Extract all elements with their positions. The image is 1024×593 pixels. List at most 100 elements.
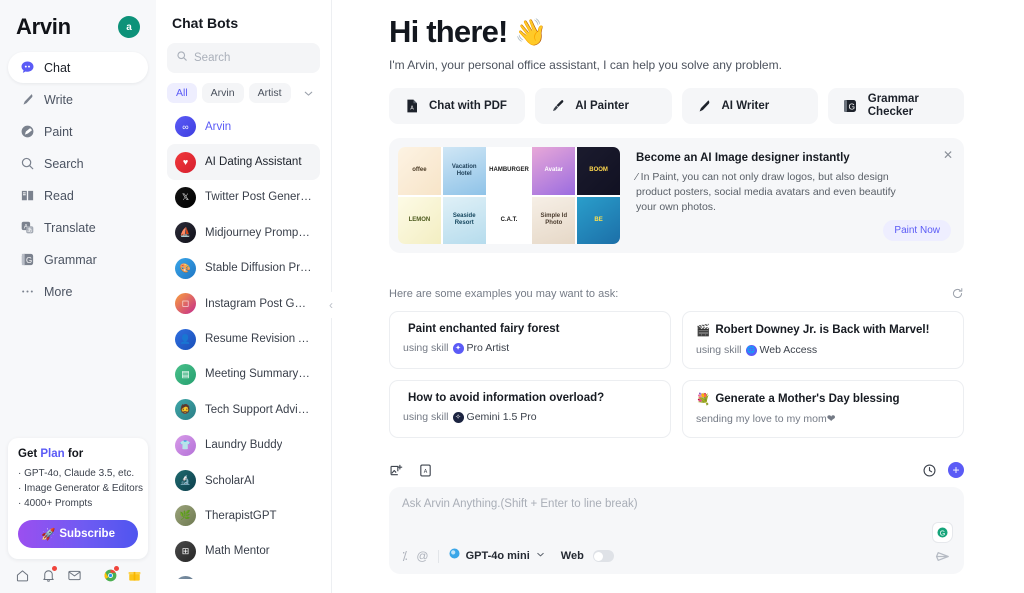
plan-title: Get Plan for bbox=[18, 448, 138, 460]
svg-text:G: G bbox=[25, 256, 31, 265]
bot-list-item[interactable]: 🧔 Tech Support Advisor bbox=[167, 392, 320, 427]
book-icon bbox=[19, 188, 35, 204]
bot-avatar: ▤ bbox=[175, 363, 196, 385]
bot-list-item[interactable]: ♥ AI Dating Assistant bbox=[167, 144, 320, 180]
bot-list-item[interactable]: 👤 Resume Revision Assis... bbox=[167, 321, 320, 356]
bot-list-item[interactable]: ▤ Meeting Summary Assi... bbox=[167, 357, 320, 392]
avatar[interactable]: a bbox=[118, 16, 140, 38]
model-selector[interactable]: GPT-4o mini bbox=[448, 547, 546, 565]
gift-icon[interactable] bbox=[126, 567, 142, 583]
grammar-icon: G bbox=[842, 98, 859, 115]
collage-tile: Seaside Resort bbox=[442, 196, 486, 244]
sidebar-item-read[interactable]: Read bbox=[8, 180, 148, 211]
bot-list-item[interactable]: ∞ Arvin bbox=[167, 109, 320, 144]
web-toggle[interactable] bbox=[592, 550, 614, 562]
example-card[interactable]: How to avoid information overload? using… bbox=[389, 380, 671, 438]
search-input[interactable] bbox=[194, 52, 311, 64]
bot-list-item[interactable]: ⊞ Math Mentor bbox=[167, 534, 320, 569]
plan-feature: · 4000+ Prompts bbox=[18, 498, 93, 509]
ellipsis-icon bbox=[19, 284, 35, 300]
panel-collapse-button[interactable]: ‹ bbox=[325, 292, 337, 318]
bot-list-item[interactable]: 🎨 Stable Diffusion Promp... bbox=[167, 251, 320, 286]
mail-icon[interactable] bbox=[66, 567, 82, 583]
sidebar-item-label: Write bbox=[44, 92, 73, 107]
example-skill-label: Web Access bbox=[759, 344, 818, 356]
example-skill: 🌐 Web Access bbox=[745, 344, 818, 356]
example-card[interactable]: 🎬 Robert Downey Jr. is Back with Marvel!… bbox=[682, 311, 964, 369]
filter-chip-all[interactable]: All bbox=[167, 83, 197, 103]
app-root: Arvin a Chat Write Paint Search Read A あ… bbox=[0, 0, 1024, 593]
paint-now-button[interactable]: Paint Now bbox=[883, 220, 951, 241]
bot-name: AI Dating Assistant bbox=[205, 156, 302, 169]
bot-list-item[interactable]: 👕 Laundry Buddy bbox=[167, 428, 320, 463]
skill-icon: 🌐 bbox=[745, 344, 757, 356]
send-icon[interactable] bbox=[934, 548, 951, 565]
close-icon[interactable]: ✕ bbox=[943, 149, 953, 161]
sidebar-item-label: More bbox=[44, 284, 73, 299]
sidebar-item-chat[interactable]: Chat bbox=[8, 52, 148, 83]
bot-name: Midjourney Prompt Ge... bbox=[205, 226, 312, 239]
examples-header: Here are some examples you may want to a… bbox=[389, 287, 619, 300]
bot-name: Arvin bbox=[205, 120, 232, 133]
grammarly-icon[interactable]: G bbox=[933, 523, 952, 542]
prompt-library-icon[interactable]: ⁒ bbox=[402, 549, 407, 563]
filter-chip-arvin[interactable]: Arvin bbox=[201, 83, 244, 103]
composer-toolbar: A + bbox=[389, 462, 964, 478]
collage-tile: BE bbox=[577, 196, 620, 244]
action-grammar-checker[interactable]: G Grammar Checker bbox=[827, 88, 964, 124]
message-composer[interactable]: Ask Arvin Anything.(Shift + Enter to lin… bbox=[389, 487, 964, 574]
bot-avatar: ◻ bbox=[175, 293, 196, 315]
pdf-upload-icon[interactable]: A bbox=[418, 463, 433, 478]
bot-avatar: 👕 bbox=[175, 434, 196, 456]
sidebar-item-translate[interactable]: Aあ Translate bbox=[8, 212, 148, 243]
sidebar-item-search[interactable]: Search bbox=[8, 148, 148, 179]
plan-title-prefix: Get bbox=[18, 448, 41, 460]
chevron-down-icon[interactable] bbox=[302, 87, 315, 100]
bot-search[interactable] bbox=[167, 43, 320, 73]
example-emoji-icon: 🎬 bbox=[696, 325, 711, 337]
plan-title-suffix: for bbox=[64, 448, 84, 460]
bot-avatar: ∞ bbox=[175, 116, 196, 138]
home-icon[interactable] bbox=[14, 567, 30, 583]
example-title-row: 💐 Generate a Mother's Day blessing bbox=[696, 392, 950, 406]
chrome-icon[interactable] bbox=[102, 566, 119, 583]
bot-list-item[interactable]: 🌿 TherapistGPT bbox=[167, 498, 320, 533]
bot-list-item[interactable]: ◻ Instagram Post Genera... bbox=[167, 286, 320, 321]
bot-list[interactable]: ∞ Arvin ♥ AI Dating Assistant 𝕏 Twitter Post … bbox=[164, 109, 323, 579]
history-clock-icon[interactable] bbox=[922, 463, 937, 478]
image-upload-icon[interactable] bbox=[389, 463, 404, 478]
action-chat-with-pdf[interactable]: A Chat with PDF bbox=[389, 88, 526, 124]
promo-title: Become an AI Image designer instantly bbox=[636, 152, 850, 164]
filter-chip-artist[interactable]: Artist bbox=[248, 83, 291, 103]
bell-icon[interactable] bbox=[40, 566, 57, 583]
bot-list-item[interactable] bbox=[167, 569, 320, 579]
collage-tile: BOOM bbox=[577, 147, 620, 195]
action-label: Grammar Checker bbox=[867, 93, 919, 118]
svg-text:あ: あ bbox=[26, 227, 32, 234]
skill-icon: ✧ bbox=[452, 411, 464, 423]
action-ai-writer[interactable]: AI Writer bbox=[681, 88, 818, 124]
action-ai-painter[interactable]: AI Painter bbox=[535, 88, 672, 124]
search-icon bbox=[176, 49, 188, 67]
example-card[interactable]: Paint enchanted fairy forest using skill… bbox=[389, 311, 671, 369]
sidebar-item-paint[interactable]: Paint bbox=[8, 116, 148, 147]
refresh-icon[interactable] bbox=[951, 287, 964, 300]
example-sub-prefix: using skill bbox=[696, 344, 742, 356]
example-title-row: 🎬 Robert Downey Jr. is Back with Marvel! bbox=[696, 323, 950, 337]
sidebar-item-more[interactable]: More bbox=[8, 276, 148, 307]
example-card[interactable]: 💐 Generate a Mother's Day blessing sendi… bbox=[682, 380, 964, 438]
rocket-icon: 🚀 bbox=[41, 529, 56, 541]
sidebar-tray bbox=[8, 566, 148, 593]
example-title-row: Paint enchanted fairy forest bbox=[403, 323, 657, 335]
sidebar-tray-right bbox=[102, 566, 142, 583]
sidebar-item-write[interactable]: Write bbox=[8, 84, 148, 115]
subscribe-button[interactable]: 🚀 Subscribe bbox=[18, 520, 138, 548]
sidebar-item-grammar[interactable]: G Grammar bbox=[8, 244, 148, 275]
bot-list-item[interactable]: 🔬 ScholarAI bbox=[167, 463, 320, 498]
subscribe-label: Subscribe bbox=[59, 528, 115, 540]
bot-list-item[interactable]: ⛵ Midjourney Prompt Ge... bbox=[167, 215, 320, 250]
bot-name: Math Mentor bbox=[205, 545, 270, 558]
bot-list-item[interactable]: 𝕏 Twitter Post Generator bbox=[167, 180, 320, 215]
mention-icon[interactable]: @ bbox=[416, 549, 428, 563]
plus-icon[interactable]: + bbox=[948, 462, 964, 478]
